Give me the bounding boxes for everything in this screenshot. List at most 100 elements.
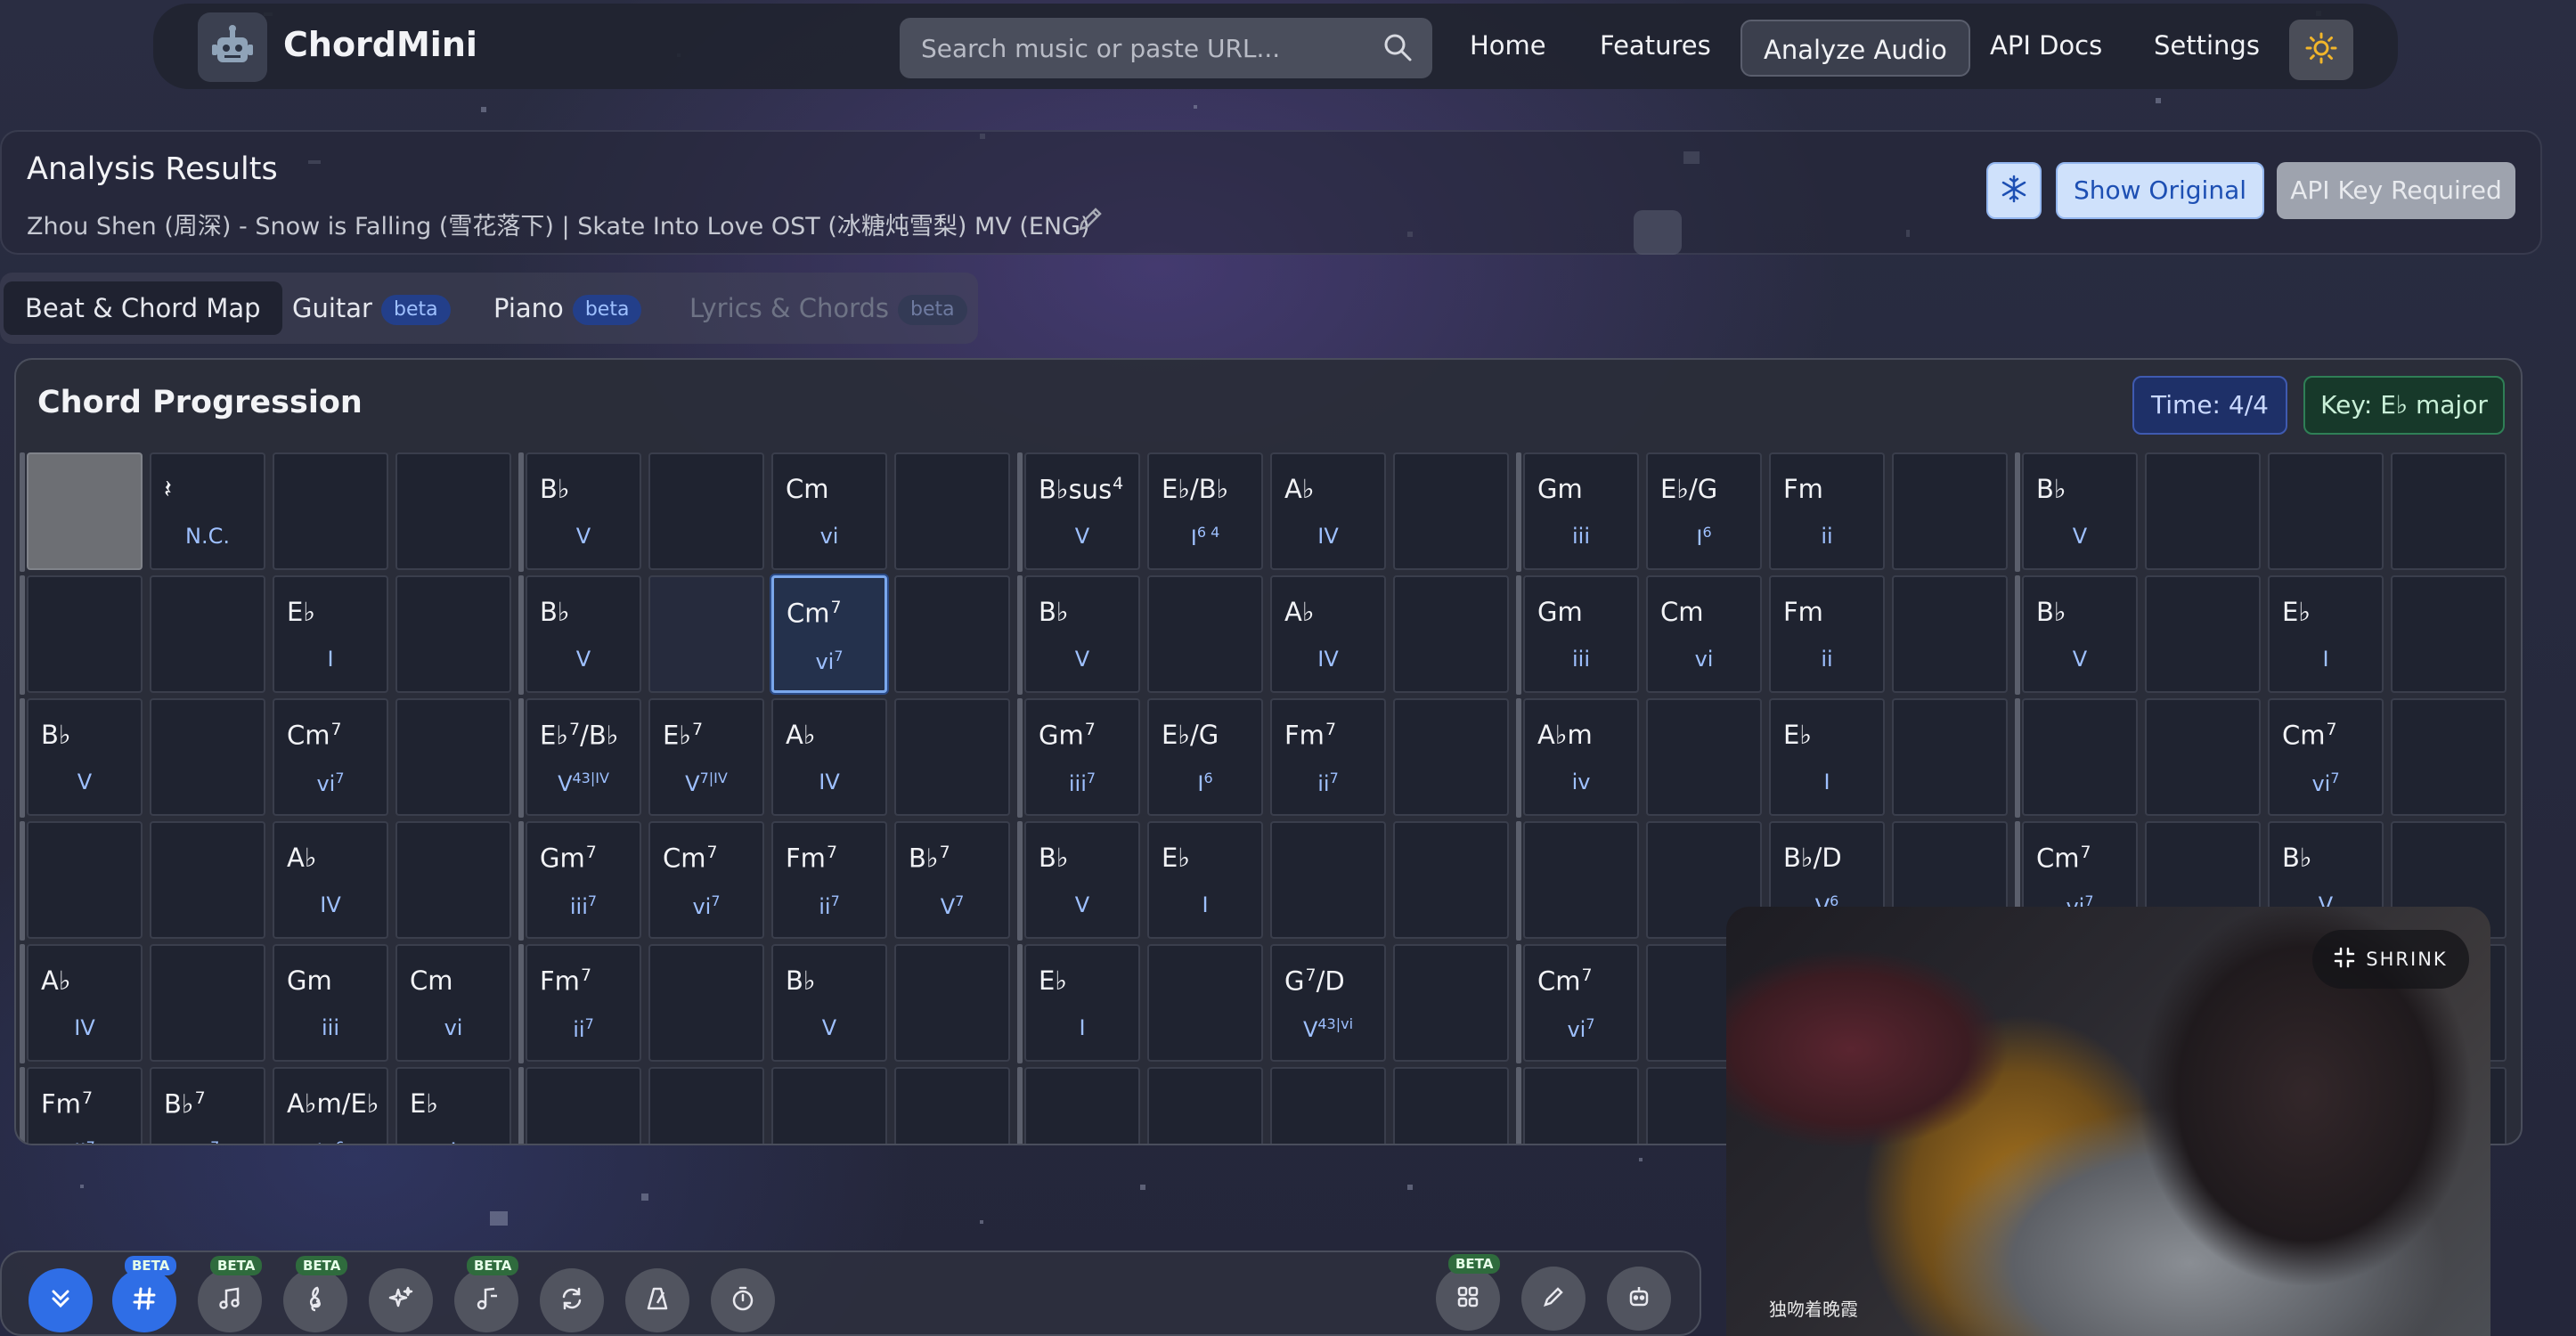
beat-cell[interactable] bbox=[894, 575, 1010, 693]
beat-cell[interactable] bbox=[1523, 821, 1639, 939]
note-playlist-button[interactable]: BETA bbox=[454, 1256, 519, 1332]
beat-cell[interactable]: Cm vi bbox=[395, 944, 511, 1062]
video-player[interactable]: SHRINK 独吻着晚霞 bbox=[1726, 907, 2490, 1336]
beat-cell[interactable]: Cm7 vi7 bbox=[771, 575, 887, 693]
tab-lyrics-chords[interactable]: Lyrics & Chords beta bbox=[689, 281, 967, 335]
beat-cell[interactable]: E♭ I bbox=[395, 1067, 511, 1144]
beat-cell[interactable]: A♭ IV bbox=[771, 698, 887, 816]
grid-view-button[interactable]: BETA bbox=[1436, 1254, 1501, 1331]
tab-guitar[interactable]: Guitar beta bbox=[292, 281, 451, 335]
beat-cell[interactable]: B♭7 V7 bbox=[894, 821, 1010, 939]
beat-cell[interactable]: E♭ I bbox=[1024, 944, 1140, 1062]
beat-cell[interactable]: B♭7 V7 bbox=[150, 1067, 265, 1144]
robot-logo-icon[interactable] bbox=[198, 12, 267, 82]
beat-cell[interactable] bbox=[27, 452, 143, 570]
beat-cell[interactable]: E♭7/B♭ V43|IV bbox=[526, 698, 641, 816]
beat-cell[interactable] bbox=[1393, 698, 1509, 816]
beat-cell[interactable]: E♭/G I6 bbox=[1147, 698, 1263, 816]
timer-button[interactable] bbox=[711, 1268, 775, 1332]
beat-cell[interactable]: Gm7 iii7 bbox=[526, 821, 641, 939]
beat-cell[interactable]: G7/D V43|vi bbox=[1270, 944, 1386, 1062]
beat-cell[interactable] bbox=[1892, 575, 2008, 693]
beat-cell[interactable] bbox=[273, 452, 388, 570]
beat-cell[interactable]: Fm7 ii7 bbox=[1270, 698, 1386, 816]
beat-cell[interactable] bbox=[27, 575, 143, 693]
beat-cell[interactable] bbox=[648, 1067, 764, 1144]
beat-cell[interactable]: Cm7 vi7 bbox=[273, 698, 388, 816]
ai-sparkle-button[interactable] bbox=[369, 1268, 433, 1332]
beat-cell[interactable]: A♭ IV bbox=[1270, 452, 1386, 570]
metronome-button[interactable] bbox=[625, 1268, 689, 1332]
beat-cell[interactable]: E♭ I bbox=[273, 575, 388, 693]
beat-cell[interactable] bbox=[526, 1067, 641, 1144]
beat-cell[interactable] bbox=[2391, 698, 2507, 816]
beat-cell[interactable] bbox=[395, 452, 511, 570]
show-original-button[interactable]: Show Original bbox=[2056, 162, 2264, 219]
beat-cell[interactable] bbox=[1147, 1067, 1263, 1144]
loop-button[interactable] bbox=[540, 1268, 604, 1332]
beat-cell[interactable] bbox=[894, 944, 1010, 1062]
beat-cell[interactable] bbox=[395, 821, 511, 939]
beat-cell[interactable] bbox=[150, 698, 265, 816]
beat-cell[interactable]: B♭ V bbox=[526, 575, 641, 693]
beat-cell[interactable] bbox=[2022, 698, 2138, 816]
beat-cell[interactable]: Fm7 ii7 bbox=[526, 944, 641, 1062]
beat-cell[interactable]: E♭/B♭ I6 4 bbox=[1147, 452, 1263, 570]
beat-cell[interactable] bbox=[395, 698, 511, 816]
beat-cell[interactable]: Cm7 vi7 bbox=[648, 821, 764, 939]
chord-symbols-button[interactable]: BETA bbox=[112, 1256, 177, 1332]
beat-cell[interactable] bbox=[2391, 452, 2507, 570]
beat-cell[interactable] bbox=[648, 944, 764, 1062]
beat-cell[interactable] bbox=[648, 452, 764, 570]
beat-cell[interactable] bbox=[395, 575, 511, 693]
beat-cell[interactable] bbox=[2145, 452, 2261, 570]
beat-cell[interactable] bbox=[1270, 821, 1386, 939]
beat-cell[interactable]: Gm iii bbox=[1523, 452, 1639, 570]
beat-cell[interactable] bbox=[1892, 698, 2008, 816]
tab-piano[interactable]: Piano beta bbox=[493, 281, 642, 335]
beat-cell[interactable] bbox=[894, 1067, 1010, 1144]
beat-cell[interactable] bbox=[1393, 821, 1509, 939]
beat-cell[interactable] bbox=[1892, 452, 2008, 570]
beat-cell[interactable] bbox=[648, 575, 764, 693]
chatbot-button[interactable] bbox=[1607, 1267, 1671, 1331]
nav-api-docs[interactable]: API Docs bbox=[1990, 30, 2102, 61]
beat-cell[interactable] bbox=[771, 1067, 887, 1144]
beat-cell[interactable]: Gm iii bbox=[273, 944, 388, 1062]
beat-cell[interactable] bbox=[2268, 452, 2384, 570]
beat-cell[interactable]: A♭m/E♭ iv6 bbox=[273, 1067, 388, 1144]
beat-cell[interactable]: B♭ V bbox=[1024, 575, 1140, 693]
beat-cell[interactable]: Cm vi bbox=[771, 452, 887, 570]
beat-cell[interactable] bbox=[1147, 944, 1263, 1062]
beat-cell[interactable] bbox=[2145, 698, 2261, 816]
api-key-required-button[interactable]: API Key Required bbox=[2277, 162, 2515, 219]
beat-cell[interactable] bbox=[1147, 575, 1263, 693]
search-icon[interactable] bbox=[1382, 32, 1413, 66]
beat-cell[interactable]: B♭ V bbox=[526, 452, 641, 570]
beat-cell[interactable]: E♭/G I6 bbox=[1646, 452, 1762, 570]
beat-cell[interactable] bbox=[150, 821, 265, 939]
beat-cell[interactable] bbox=[150, 944, 265, 1062]
beat-cell[interactable]: E♭ I bbox=[1769, 698, 1885, 816]
beat-cell[interactable]: E♭ I bbox=[2268, 575, 2384, 693]
search-box[interactable]: Search music or paste URL... bbox=[900, 18, 1432, 78]
beat-cell[interactable]: Cm7 vi7 bbox=[1523, 944, 1639, 1062]
beat-cell[interactable]: Cm vi bbox=[1646, 575, 1762, 693]
beat-cell[interactable]: A♭ IV bbox=[27, 944, 143, 1062]
beat-cell[interactable] bbox=[1270, 1067, 1386, 1144]
beat-cell[interactable] bbox=[894, 698, 1010, 816]
beat-cell[interactable]: E♭ I bbox=[1147, 821, 1263, 939]
edit-pen-button[interactable] bbox=[1521, 1267, 1586, 1331]
beat-cell[interactable] bbox=[1393, 1067, 1509, 1144]
beat-cell[interactable]: Fm ii bbox=[1769, 575, 1885, 693]
beat-cell[interactable]: B♭ V bbox=[2022, 575, 2138, 693]
beat-cell[interactable] bbox=[1393, 575, 1509, 693]
beat-cell[interactable] bbox=[2145, 575, 2261, 693]
snow-effect-button[interactable] bbox=[1986, 162, 2042, 219]
beat-cell[interactable]: A♭m iv bbox=[1523, 698, 1639, 816]
music-note-button[interactable]: BETA bbox=[198, 1256, 263, 1332]
treble-clef-button[interactable]: BETA bbox=[283, 1256, 348, 1332]
beat-cell[interactable]: E♭7 V7|IV bbox=[648, 698, 764, 816]
beat-cell[interactable]: B♭ V bbox=[27, 698, 143, 816]
beat-cell[interactable]: A♭ IV bbox=[273, 821, 388, 939]
